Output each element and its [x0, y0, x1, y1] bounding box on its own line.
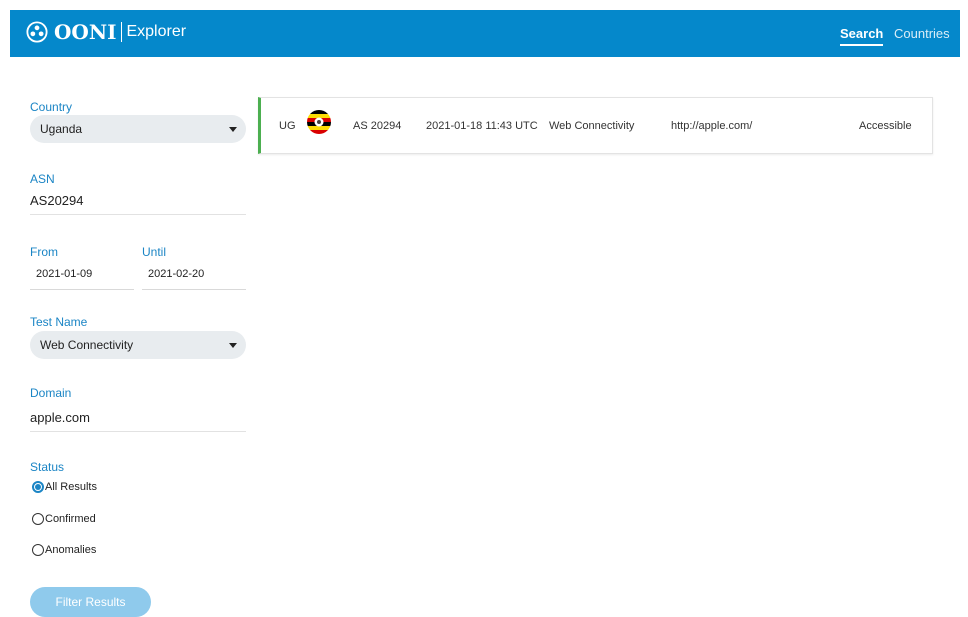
domain-input[interactable]: apple.com: [30, 410, 246, 432]
result-test-name: Web Connectivity: [549, 120, 635, 132]
radio-unchecked-icon: [32, 544, 44, 556]
result-date: 2021-01-18 11:43 UTC: [426, 120, 538, 132]
asn-input[interactable]: AS20294: [30, 193, 246, 215]
result-asn: AS 20294: [353, 120, 402, 132]
from-label: From: [30, 245, 58, 259]
nav-link-search[interactable]: Search: [840, 26, 884, 46]
country-label: Country: [30, 100, 73, 114]
ooni-explorer-logo[interactable]: OONI Explorer: [26, 20, 186, 44]
radio-checked-icon: [32, 481, 44, 493]
status-option-label: Confirmed: [45, 513, 96, 525]
result-row[interactable]: UG AS 20294 2021-01-18 11:43 UTC Web Con…: [258, 97, 933, 154]
test-name-select-value: Web Connectivity: [40, 338, 134, 352]
status-option-label: Anomalies: [45, 544, 97, 556]
status-radio-anomalies[interactable]: Anomalies: [32, 544, 96, 556]
caret-down-icon: [229, 343, 237, 348]
from-date-input[interactable]: 2021-01-09: [30, 268, 134, 290]
status-radio-all-results[interactable]: All Results: [32, 481, 97, 493]
filter-results-button[interactable]: Filter Results: [30, 587, 151, 617]
uganda-flag-icon: [307, 110, 331, 134]
result-url: http://apple.com/: [671, 120, 753, 132]
radio-unchecked-icon: [32, 513, 44, 525]
status-option-label: All Results: [45, 481, 97, 493]
status-radio-confirmed[interactable]: Confirmed: [32, 513, 96, 525]
status-label: Status: [30, 460, 65, 474]
result-country-code: UG: [279, 120, 296, 132]
nav-link-countries[interactable]: Countries: [894, 26, 950, 41]
caret-down-icon: [229, 127, 237, 132]
logo-divider: [121, 22, 123, 42]
country-select[interactable]: Uganda: [30, 115, 246, 143]
test-name-select[interactable]: Web Connectivity: [30, 331, 246, 359]
result-status: Accessible: [859, 120, 912, 132]
country-select-value: Uganda: [40, 122, 83, 136]
asn-label: ASN: [30, 172, 55, 186]
test-name-label: Test Name: [30, 315, 88, 329]
ooni-logo-icon: [26, 21, 48, 43]
logo-brand-text: OONI: [54, 20, 117, 44]
until-label: Until: [142, 245, 167, 259]
top-navbar: OONI Explorer Search Countries: [10, 10, 960, 57]
until-date-input[interactable]: 2021-02-20: [142, 268, 246, 290]
logo-product-text: Explorer: [126, 23, 187, 40]
domain-label: Domain: [30, 386, 72, 400]
